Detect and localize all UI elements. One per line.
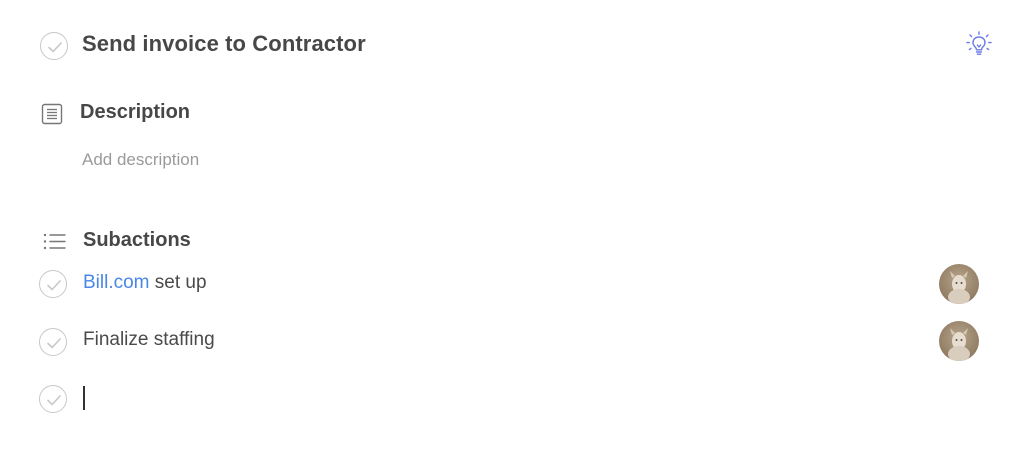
list-icon [43,232,67,257]
checkmark-icon [47,280,61,291]
assignee-avatar[interactable] [939,321,979,361]
subaction-complete-checkbox[interactable] [39,328,67,356]
task-complete-checkbox[interactable] [40,32,68,60]
assignee-avatar[interactable] [939,264,979,304]
task-detail-panel: Send invoice to Contractor Description A… [0,0,1024,450]
description-heading: Description [80,101,191,123]
lightbulb-icon[interactable] [963,30,995,60]
checkmark-icon [48,42,62,53]
subactions-heading: Subactions [83,229,191,251]
description-input[interactable]: Add description [82,150,199,170]
text-cursor [83,386,85,410]
new-subaction-input[interactable] [82,382,482,414]
new-subaction-checkbox[interactable] [39,385,67,413]
document-lines-icon [41,103,63,130]
subaction-item[interactable]: Finalize staffing [83,329,215,351]
task-title[interactable]: Send invoice to Contractor [82,31,366,57]
checkmark-icon [47,338,61,349]
subaction-label: Finalize staffing [83,329,215,350]
subaction-link[interactable]: Bill.com [83,272,150,293]
subaction-complete-checkbox[interactable] [39,270,67,298]
subaction-item[interactable]: Bill.com set up [83,272,207,294]
subaction-label: set up [149,272,207,293]
checkmark-icon [47,395,61,406]
